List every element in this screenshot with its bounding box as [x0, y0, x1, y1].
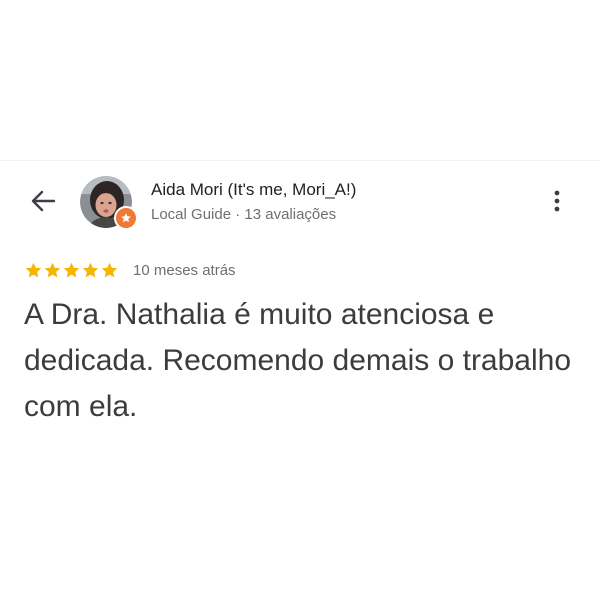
more-vert-icon — [554, 190, 560, 212]
arrow-left-icon — [31, 190, 56, 212]
star-icon — [101, 262, 118, 277]
review-page: Aida Mori (It's me, Mori_A!) Local Guide… — [0, 0, 600, 600]
local-guide-badge — [114, 206, 138, 230]
reviewer-avatar-wrap[interactable] — [80, 176, 138, 230]
more-options-button[interactable] — [545, 184, 569, 218]
star-icon — [82, 262, 99, 277]
star-icon — [25, 262, 42, 277]
back-button[interactable] — [26, 184, 60, 218]
reviewer-name[interactable]: Aida Mori (It's me, Mori_A!) — [151, 180, 356, 200]
local-guide-star-icon — [121, 213, 131, 223]
review-date: 10 meses atrás — [133, 261, 236, 279]
reviewer-meta: Local Guide · 13 avaliações — [151, 206, 337, 223]
star-icon — [63, 262, 80, 277]
star-rating — [24, 261, 119, 280]
top-divider — [0, 160, 600, 161]
rating-row: 10 meses atrás — [24, 259, 236, 281]
star-icon — [44, 262, 61, 277]
review-text: A Dra. Nathalia é muito atenciosa e dedi… — [24, 298, 572, 423]
